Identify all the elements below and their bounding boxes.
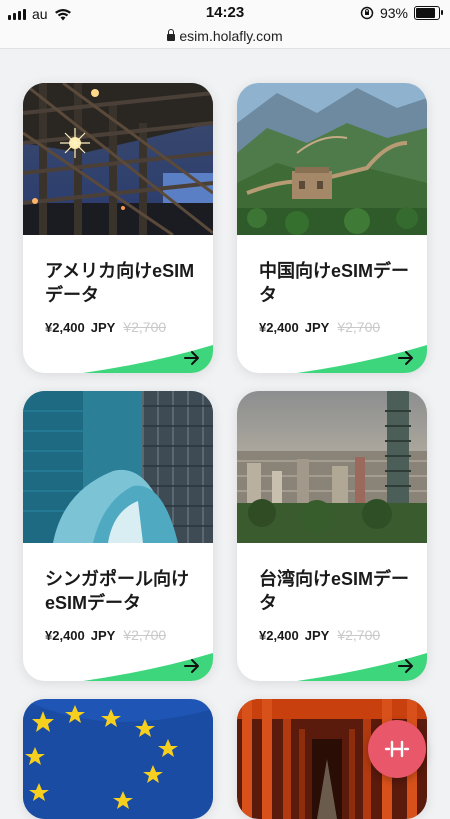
url-bar[interactable]: esim.holafly.com: [0, 28, 450, 49]
card-title: シンガポール向けeSIMデータ: [45, 569, 189, 613]
product-card-taiwan[interactable]: 台湾向けeSIMデータ ¥2,400 JPY ¥2,700: [237, 391, 427, 681]
card-image-usa: [23, 83, 213, 235]
card-image-china: [237, 83, 427, 235]
battery-percent: 93%: [379, 5, 408, 21]
battery-icon: [414, 6, 443, 20]
arrow-right-icon[interactable]: [395, 347, 417, 369]
status-bar: au 14:23 93%: [0, 0, 450, 28]
card-title: 台湾向けeSIMデータ: [259, 569, 410, 613]
product-card-china[interactable]: 中国向けeSIMデータ ¥2,400 JPY ¥2,700: [237, 83, 427, 373]
product-card-europe[interactable]: [23, 699, 213, 819]
card-image-taiwan: [237, 391, 427, 543]
lock-icon: [167, 29, 176, 41]
url-text: esim.holafly.com: [179, 28, 283, 44]
card-image-europe: [23, 699, 213, 819]
card-image-singapore: [23, 391, 213, 543]
product-card-usa[interactable]: アメリカ向けeSIMデータ ¥2,400 JPY ¥2,700: [23, 83, 213, 373]
arrow-right-icon[interactable]: [395, 655, 417, 677]
orientation-lock-icon: [360, 6, 374, 20]
arrow-right-icon[interactable]: [181, 655, 203, 677]
product-card-singapore[interactable]: シンガポール向けeSIMデータ ¥2,400 JPY ¥2,700: [23, 391, 213, 681]
holafly-h-icon: [384, 740, 410, 758]
arrow-right-icon[interactable]: [181, 347, 203, 369]
holafly-fab-button[interactable]: [368, 720, 426, 778]
card-title: アメリカ向けeSIMデータ: [45, 261, 195, 305]
status-right: 93%: [360, 5, 443, 21]
card-title: 中国向けeSIMデータ: [259, 261, 410, 305]
